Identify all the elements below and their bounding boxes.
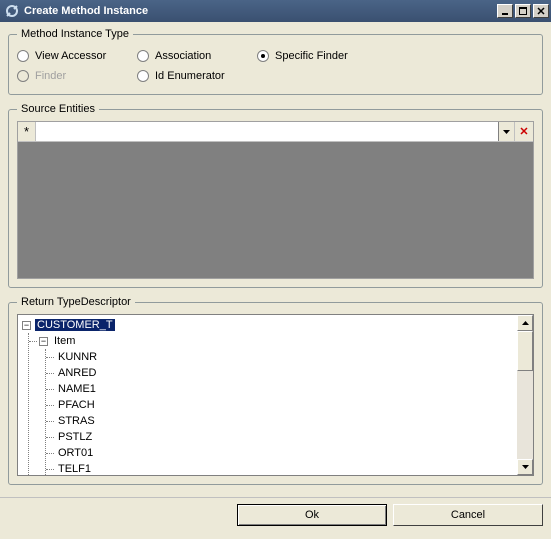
ok-button[interactable]: Ok <box>237 504 387 526</box>
new-entity-row: * ✕ <box>18 122 533 142</box>
radio-view-accessor[interactable]: View Accessor <box>17 46 137 66</box>
type-tree: − CUSTOMER_T − Item KUNNR ANRED NAME1 PFACH… <box>17 314 534 476</box>
collapse-icon[interactable]: − <box>22 321 31 330</box>
new-row-marker: * <box>18 122 36 141</box>
radio-id-enumerator[interactable]: Id Enumerator <box>137 66 257 86</box>
tree-leaf[interactable]: STRAS <box>56 413 513 429</box>
tree-scrollbar[interactable] <box>517 315 533 475</box>
tree-leaf[interactable]: ORT01 <box>56 445 513 461</box>
radio-association[interactable]: Association <box>137 46 257 66</box>
tree-leaf[interactable]: PFACH <box>56 397 513 413</box>
tree-node-root[interactable]: − CUSTOMER_T <box>22 317 513 333</box>
tree-item-label[interactable]: Item <box>52 335 77 347</box>
return-type-group: Return TypeDescriptor − CUSTOMER_T − Ite… <box>8 296 543 485</box>
tree-leaf[interactable]: NAME1 <box>56 381 513 397</box>
tree-leaf[interactable]: PSTLZ <box>56 429 513 445</box>
source-entities-grid: * ✕ <box>17 121 534 279</box>
maximize-button[interactable] <box>515 4 531 18</box>
delete-row-button[interactable]: ✕ <box>515 122 533 141</box>
method-instance-type-group: Method Instance Type View Accessor Assoc… <box>8 28 543 95</box>
scroll-down-button[interactable] <box>517 459 533 475</box>
minimize-button[interactable] <box>497 4 513 18</box>
tree-leaf-label[interactable]: NAME1 <box>56 383 98 395</box>
tree-leaf-label[interactable]: ANRED <box>56 367 99 379</box>
scroll-up-button[interactable] <box>517 315 533 331</box>
tree-leaf[interactable]: KUNNR <box>56 349 513 365</box>
close-button[interactable] <box>533 4 549 18</box>
source-entities-group: Source Entities * ✕ <box>8 103 543 288</box>
tree-leaf-label[interactable]: ORT01 <box>56 447 95 459</box>
radio-specific-finder[interactable]: Specific Finder <box>257 46 377 66</box>
title-bar: Create Method Instance <box>0 0 551 22</box>
entity-combo[interactable] <box>36 122 515 141</box>
return-type-legend: Return TypeDescriptor <box>17 296 135 308</box>
tree-leaf-label[interactable]: TELF1 <box>56 463 93 475</box>
tree-leaf[interactable]: TELF1 <box>56 461 513 475</box>
method-type-legend: Method Instance Type <box>17 28 133 40</box>
window-title: Create Method Instance <box>24 5 495 17</box>
app-icon <box>4 3 20 19</box>
tree-leaf-label[interactable]: KUNNR <box>56 351 99 363</box>
tree-leaf[interactable]: ANRED <box>56 365 513 381</box>
tree-leaf-label[interactable]: PFACH <box>56 399 97 411</box>
chevron-down-icon[interactable] <box>498 122 514 141</box>
tree-node-item[interactable]: − Item <box>39 333 513 349</box>
radio-finder: Finder <box>17 66 137 86</box>
scroll-thumb[interactable] <box>517 331 533 371</box>
collapse-icon[interactable]: − <box>39 337 48 346</box>
tree-leaf-label[interactable]: PSTLZ <box>56 431 94 443</box>
scroll-track[interactable] <box>517 331 533 459</box>
source-entities-legend: Source Entities <box>17 103 99 115</box>
dialog-button-bar: Ok Cancel <box>0 497 551 532</box>
tree-leaf-label[interactable]: STRAS <box>56 415 97 427</box>
tree-root-label[interactable]: CUSTOMER_T <box>35 319 115 331</box>
cancel-button[interactable]: Cancel <box>393 504 543 526</box>
